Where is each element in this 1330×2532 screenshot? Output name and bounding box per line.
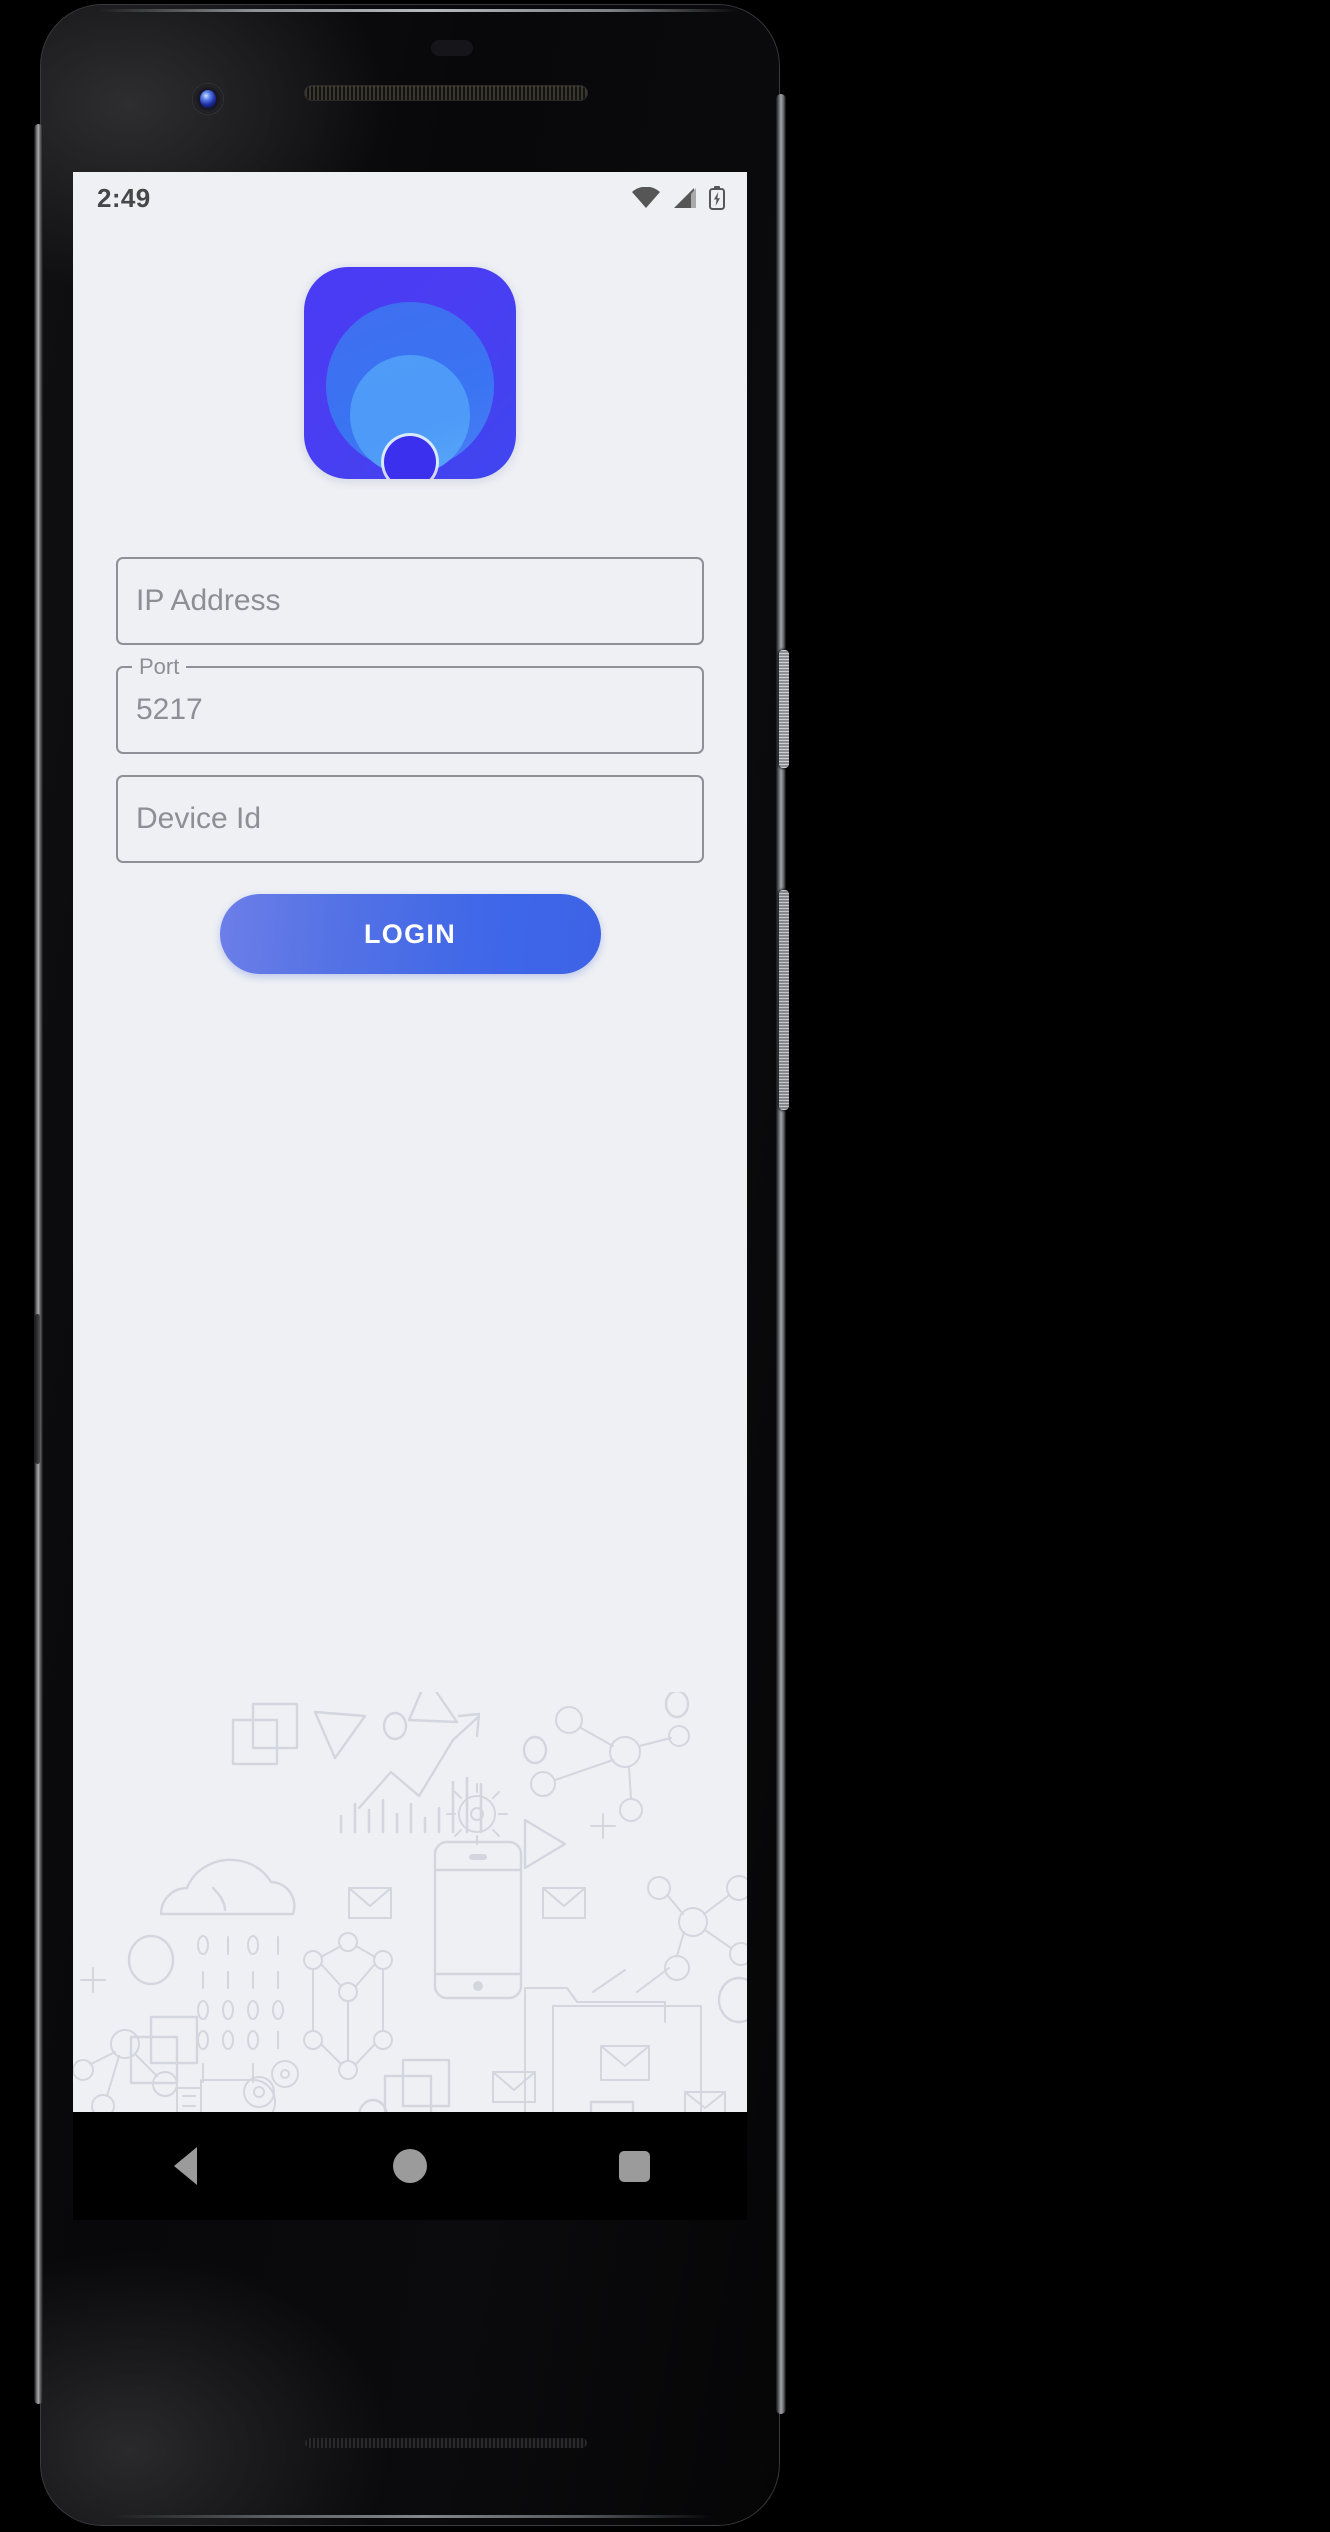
front-camera — [193, 84, 223, 114]
nav-recents-button[interactable] — [587, 2126, 683, 2206]
volume-rocker-button[interactable] — [779, 890, 789, 1110]
circle-home-icon — [392, 2149, 427, 2183]
sim-tray[interactable] — [35, 1314, 40, 1464]
android-navigation-bar — [73, 2112, 747, 2220]
proximity-sensor — [431, 40, 473, 56]
frame-bottom-highlight — [112, 2515, 712, 2518]
frame-top-highlight — [98, 9, 738, 12]
login-form: Port LOGIN — [116, 557, 704, 974]
port-input[interactable] — [118, 668, 702, 752]
logo-core-dot — [384, 436, 436, 479]
wifi-icon — [632, 187, 660, 208]
status-bar-clock: 2:49 — [97, 182, 151, 213]
status-bar: 2:49 — [73, 172, 747, 224]
nav-home-button[interactable] — [362, 2126, 458, 2206]
device-id-input[interactable] — [118, 777, 702, 861]
login-button[interactable]: LOGIN — [219, 894, 601, 974]
tech-line-art-illustration — [73, 1692, 747, 2112]
triangle-back-icon — [173, 2147, 197, 2185]
earpiece-speaker — [305, 86, 587, 100]
bottom-speaker-grille — [305, 2438, 587, 2448]
nav-back-button[interactable] — [137, 2126, 233, 2206]
ip-address-input[interactable] — [118, 559, 702, 643]
phone-frame: 2:49 IP Address Port 5217 Device Id LOGI… — [34, 4, 789, 2526]
cell-signal-icon — [674, 188, 696, 208]
battery-charging-icon — [709, 186, 725, 210]
phone-screen: 2:49 IP Address Port 5217 Device Id LOGI… — [73, 172, 747, 2112]
square-recents-icon — [619, 2150, 651, 2182]
frame-left-edge — [34, 124, 43, 2404]
app-logo — [304, 267, 516, 479]
status-bar-icons — [631, 186, 725, 210]
port-field[interactable]: Port — [116, 653, 704, 754]
device-id-field[interactable] — [116, 775, 704, 863]
power-button[interactable] — [779, 650, 789, 768]
ip-address-field[interactable] — [116, 557, 704, 645]
frame-right-edge — [776, 94, 786, 2414]
